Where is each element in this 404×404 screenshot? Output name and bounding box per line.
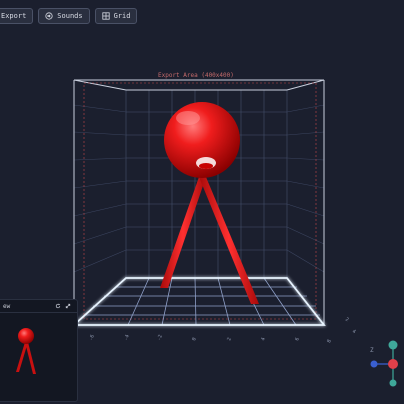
export-button[interactable]: Export [0,8,34,24]
gizmo-neg-y-handle [389,379,397,387]
axis-tick: -4 [123,334,131,342]
axis-tick: -6 [88,334,96,342]
grid-label: Grid [113,12,131,20]
axis-tick: 4 [260,337,267,342]
refresh-icon[interactable] [55,303,61,309]
axis-ticks: -6 -4 -2 0 2 4 6 8 2 4 [88,317,356,344]
toolbar: Export Sounds Grid [0,8,138,24]
axis-tick: 2 [226,337,233,342]
axis-tick: -2 [156,334,164,342]
sounds-button[interactable]: Sounds [38,8,90,24]
expand-icon[interactable] [65,303,71,309]
orientation-gizmo[interactable]: Z [370,340,398,387]
sounds-label: Sounds [57,12,83,20]
gizmo-z-handle [370,360,378,368]
preview-title: ew [3,302,11,310]
svg-text:8: 8 [326,339,333,344]
axis-tick: 0 [191,337,198,342]
grid-button[interactable]: Grid [94,8,138,24]
sound-icon [45,12,53,20]
axis-tick: 6 [294,337,301,342]
gizmo-y-handle [388,340,398,350]
preview-header: ew [0,300,77,313]
preview-thumbnail [16,328,36,374]
left-leg [160,177,206,288]
svg-text:2: 2 [344,317,350,324]
svg-text:4: 4 [351,329,357,336]
stick-figure[interactable] [160,102,259,304]
ball-highlight [176,111,200,125]
export-label: Export [1,12,27,20]
right-leg [199,177,259,304]
floor-outline [71,277,326,326]
gizmo-x-handle [388,359,398,369]
grid-icon [101,12,110,20]
export-area-label: Export Area (400x400) [158,72,234,79]
gizmo-z-label: Z [370,347,374,354]
preview-panel: ew [0,299,78,402]
